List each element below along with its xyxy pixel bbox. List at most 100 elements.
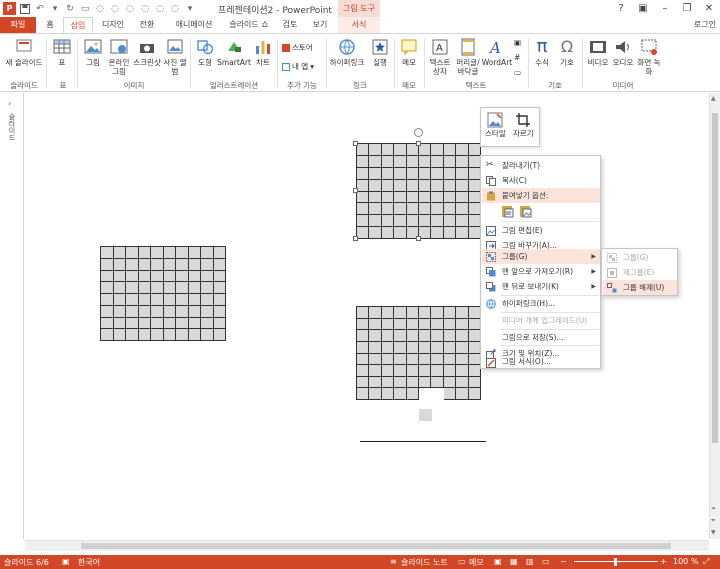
help-icon[interactable]: ? <box>610 0 632 17</box>
horizontal-scrollbar[interactable] <box>25 540 709 551</box>
expand-pane-icon[interactable]: › <box>8 99 11 108</box>
picture-button[interactable]: 그림 <box>82 37 104 67</box>
chevron-down-icon[interactable]: ▾ <box>49 3 61 15</box>
shape-icon[interactable]: ◌ <box>124 3 136 15</box>
wordart-button[interactable]: A WordArt <box>482 37 512 67</box>
tab-view[interactable]: 보기 <box>306 17 334 33</box>
chart-button[interactable]: 차트 <box>252 37 274 67</box>
maximize-icon[interactable]: ❐ <box>676 0 698 17</box>
comments-button[interactable]: 메모 <box>469 557 484 568</box>
minimize-icon[interactable]: – <box>654 0 676 17</box>
table-picture[interactable] <box>100 246 226 341</box>
paste-option-picture[interactable] <box>519 204 533 218</box>
object-icon[interactable]: ▭ <box>514 68 521 77</box>
textbox-button[interactable]: A 텍스트 상자 <box>426 37 454 76</box>
tab-transitions[interactable]: 전환 <box>133 17 161 33</box>
table-picture-bottom[interactable] <box>356 306 481 400</box>
slideshow-start-icon[interactable]: ▭ <box>79 3 91 15</box>
reading-view-icon[interactable]: ▥ <box>526 557 534 566</box>
resize-handle[interactable] <box>416 141 421 146</box>
spellcheck-icon[interactable]: ▣ <box>62 557 70 566</box>
date-time-icon[interactable]: ▣ <box>514 38 521 47</box>
smartart-button[interactable]: SmartArt <box>217 37 251 67</box>
tab-format[interactable]: 서식 <box>338 17 380 33</box>
style-button[interactable]: 스타일 <box>485 112 506 139</box>
menu-item-send-to-back[interactable]: 맨 뒤로 보내기(K) ▶ <box>482 279 600 294</box>
shapes-button[interactable]: 도형 <box>194 37 216 67</box>
tab-animations[interactable]: 애니메이션 <box>166 17 222 33</box>
shape-icon[interactable]: ◌ <box>139 3 151 15</box>
redo-icon[interactable]: ↻ <box>64 3 76 15</box>
slideshow-icon[interactable]: ▭ <box>542 557 550 566</box>
ribbon-display-icon[interactable]: ▣ <box>632 0 654 17</box>
hyperlink-button[interactable]: 하이퍼링크 <box>328 37 366 67</box>
new-slide-button[interactable]: 새 슬라이드 <box>4 37 44 67</box>
menu-item-edit-picture[interactable]: 그림 편집(E) <box>482 223 600 238</box>
action-button[interactable]: 실행 <box>369 37 391 67</box>
menu-item-format-picture[interactable]: 그림 서식(O)... <box>482 355 600 369</box>
menu-item-hyperlink[interactable]: 하이퍼링크(H)... <box>482 296 600 311</box>
normal-view-icon[interactable]: ▣ <box>494 557 502 566</box>
slide-sorter-icon[interactable]: ▦ <box>510 557 518 566</box>
zoom-level[interactable]: 100 % <box>673 557 698 566</box>
tab-insert[interactable]: 삽입 <box>63 17 93 33</box>
symbol-button[interactable]: Ω 기호 <box>556 37 578 67</box>
shape-icon[interactable]: ◌ <box>109 3 121 15</box>
resize-handle[interactable] <box>353 141 358 146</box>
tab-home[interactable]: 홈 <box>38 17 62 33</box>
save-icon[interactable] <box>19 3 31 15</box>
tab-slideshow[interactable]: 슬라이드 쇼 <box>224 17 274 33</box>
shape-icon[interactable]: ◌ <box>154 3 166 15</box>
rotate-handle-icon[interactable] <box>414 128 423 137</box>
zoom-in-icon[interactable]: + <box>660 557 667 566</box>
screenshot-button[interactable]: 스크린샷 <box>133 37 161 67</box>
submenu-item-ungroup[interactable]: 그룹 해제(U) <box>603 280 677 295</box>
video-button[interactable]: 비디오 <box>586 37 610 67</box>
photo-album-button[interactable]: 사진 앨범 <box>163 37 187 76</box>
zoom-out-icon[interactable]: − <box>560 557 567 566</box>
tab-file[interactable]: 파일 <box>0 17 36 33</box>
equation-button[interactable]: π 수식 <box>531 37 553 68</box>
scroll-thumb[interactable] <box>81 543 671 549</box>
vertical-scrollbar[interactable]: ▲ ⏶ ⏷ ▼ <box>709 93 720 539</box>
menu-item-group[interactable]: 그룹(G) ▶ <box>482 249 600 264</box>
language-indicator[interactable]: 한국어 <box>78 557 100 568</box>
undo-icon[interactable]: ↶ <box>34 3 46 15</box>
shape-icon[interactable]: ◌ <box>169 3 181 15</box>
shape-icon[interactable]: ◌ <box>94 3 106 15</box>
zoom-slider-thumb[interactable] <box>614 558 617 566</box>
resize-handle[interactable] <box>353 236 358 241</box>
sign-in-link[interactable]: 로그인 <box>694 19 716 30</box>
next-slide-icon[interactable]: ⏷ <box>711 517 716 525</box>
customize-qat-icon[interactable]: ▾ <box>184 3 196 15</box>
header-footer-button[interactable]: 머리글/바닥글 <box>455 37 481 76</box>
tab-design[interactable]: 디자인 <box>96 17 130 33</box>
previous-slide-icon[interactable]: ⏶ <box>711 505 716 513</box>
table-button[interactable]: 표 <box>51 37 73 67</box>
crop-button[interactable]: 자르기 <box>513 112 534 139</box>
scroll-thumb[interactable] <box>712 113 718 443</box>
resize-handle[interactable] <box>416 236 421 241</box>
store-button[interactable]: 스토어 <box>282 42 313 53</box>
slide-number-icon[interactable]: # <box>514 53 520 62</box>
notes-button[interactable]: 슬라이드 노트 <box>401 557 448 568</box>
resize-handle[interactable] <box>353 188 358 193</box>
screen-recording-button[interactable]: 화면 녹화 <box>636 37 662 76</box>
line-shape[interactable] <box>360 441 486 442</box>
menu-item-cut[interactable]: ✂ 잘라내기(T) <box>482 158 600 173</box>
menu-item-copy[interactable]: 복사(C) <box>482 173 600 188</box>
selected-picture[interactable] <box>356 143 481 239</box>
comment-button[interactable]: 메모 <box>398 37 420 67</box>
close-icon[interactable]: ✕ <box>698 0 720 17</box>
my-apps-button[interactable]: 내 앱 ▾ <box>282 61 314 72</box>
scroll-down-icon[interactable]: ▼ <box>711 529 716 536</box>
menu-item-save-as-picture[interactable]: 그림으로 저장(S)... <box>482 330 600 345</box>
online-picture-button[interactable]: 온라인 그림 <box>106 37 132 76</box>
tab-review[interactable]: 검토 <box>277 17 303 33</box>
paste-option-keep-formatting[interactable] <box>501 204 515 218</box>
menu-item-bring-to-front[interactable]: 맨 앞으로 가져오기(R) ▶ <box>482 264 600 279</box>
audio-button[interactable]: 오디오 <box>611 37 635 67</box>
scroll-up-icon[interactable]: ▲ <box>711 95 716 102</box>
cell-piece[interactable] <box>419 409 432 421</box>
fit-to-window-icon[interactable]: ⤢ <box>703 557 709 567</box>
